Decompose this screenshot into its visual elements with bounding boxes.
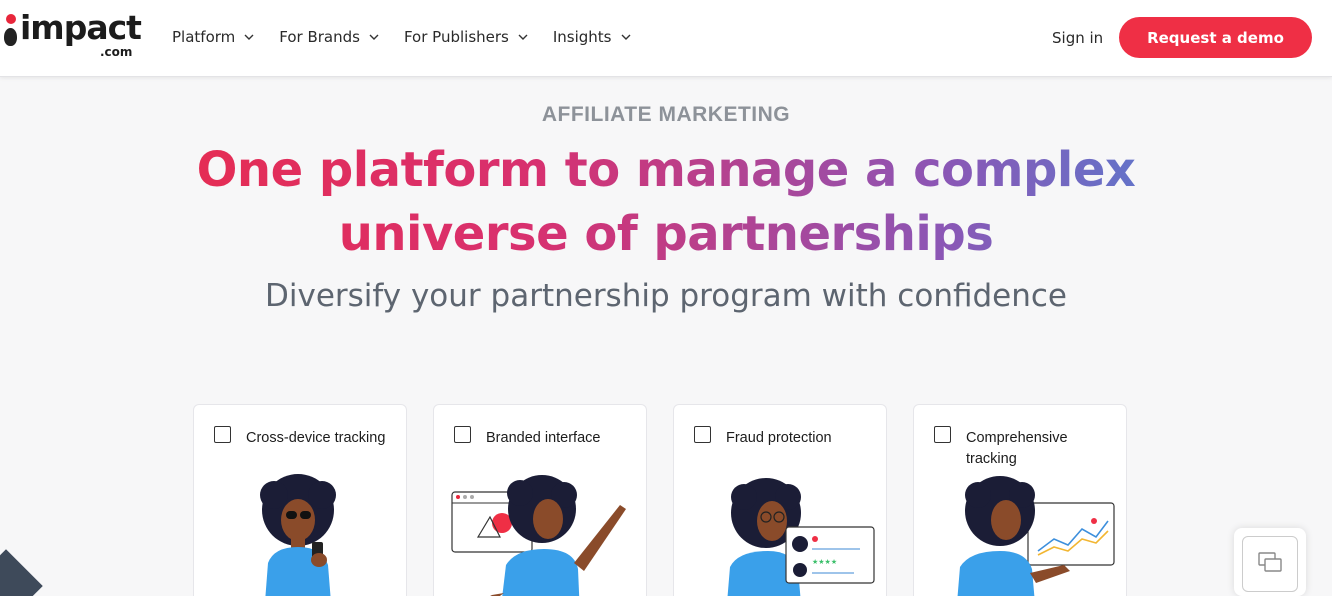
headline-line-2: universe of partnerships [0, 202, 1332, 266]
feature-card-branded-interface[interactable]: Branded interface [433, 404, 647, 596]
nav-item-label: For Publishers [403, 28, 509, 46]
chat-frame [1242, 536, 1298, 592]
nav-item-label: Insights [552, 28, 612, 46]
feature-card-label: Fraud protection [726, 430, 832, 446]
feature-card-label: Cross-device tracking [246, 430, 386, 446]
feature-checkbox[interactable] [454, 426, 471, 443]
person-pointing-illustration [451, 475, 626, 596]
site-header: impact .com Platform For Brands For Publ… [0, 0, 1332, 77]
section-eyebrow: AFFILIATE MARKETING [541, 103, 791, 126]
chat-widget-button[interactable] [1234, 528, 1306, 596]
feature-checkbox[interactable] [934, 426, 951, 443]
sign-in-link[interactable]: Sign in [1052, 29, 1103, 47]
feature-checkbox[interactable] [694, 426, 711, 443]
feature-card-label: Comprehensive tracking [966, 430, 1068, 467]
logo-wordmark: impact [20, 8, 142, 47]
nav-item-platform[interactable]: Platform [172, 28, 254, 46]
person-phone-illustration [260, 474, 336, 596]
feature-card-label: Branded interface [486, 430, 601, 446]
logo-domain: .com [100, 45, 133, 59]
feature-card-cross-device[interactable]: Cross-device tracking [193, 404, 407, 596]
impact-logo[interactable]: impact .com [4, 8, 142, 62]
feature-checkbox[interactable] [214, 426, 231, 443]
nav-item-label: For Brands [279, 28, 360, 46]
feature-card-fraud-protection[interactable]: Fraud protection ★★★★ [673, 404, 887, 596]
logo-mark [4, 14, 18, 48]
chevron-down-icon [621, 34, 630, 40]
chevron-down-icon [369, 34, 379, 40]
chat-bubble-icon [1258, 552, 1282, 572]
nav-item-for-publishers[interactable]: For Publishers [404, 28, 528, 46]
nav-item-for-brands[interactable]: For Brands [279, 28, 379, 46]
request-demo-button[interactable]: Request a demo [1119, 17, 1312, 58]
person-chart-illustration [957, 476, 1115, 596]
svg-text:★★★★: ★★★★ [812, 558, 837, 566]
chevron-down-icon [244, 34, 254, 40]
feature-card-comprehensive-tracking[interactable]: Comprehensive tracking [913, 404, 1127, 596]
nav-item-insights[interactable]: Insights [553, 28, 631, 46]
chevron-down-icon [518, 34, 528, 40]
headline-line-1: One platform to manage a complex [0, 138, 1332, 202]
corner-badge[interactable] [0, 549, 43, 596]
page-title: One platform to manage a complex univers… [0, 138, 1332, 266]
page-subtitle: Diversify your partnership program with … [264, 278, 1068, 314]
main-nav: Platform For Brands For Publishers Insig… [172, 28, 656, 46]
nav-item-label: Platform [172, 28, 236, 46]
person-review-illustration: ★★★★ [727, 478, 875, 596]
